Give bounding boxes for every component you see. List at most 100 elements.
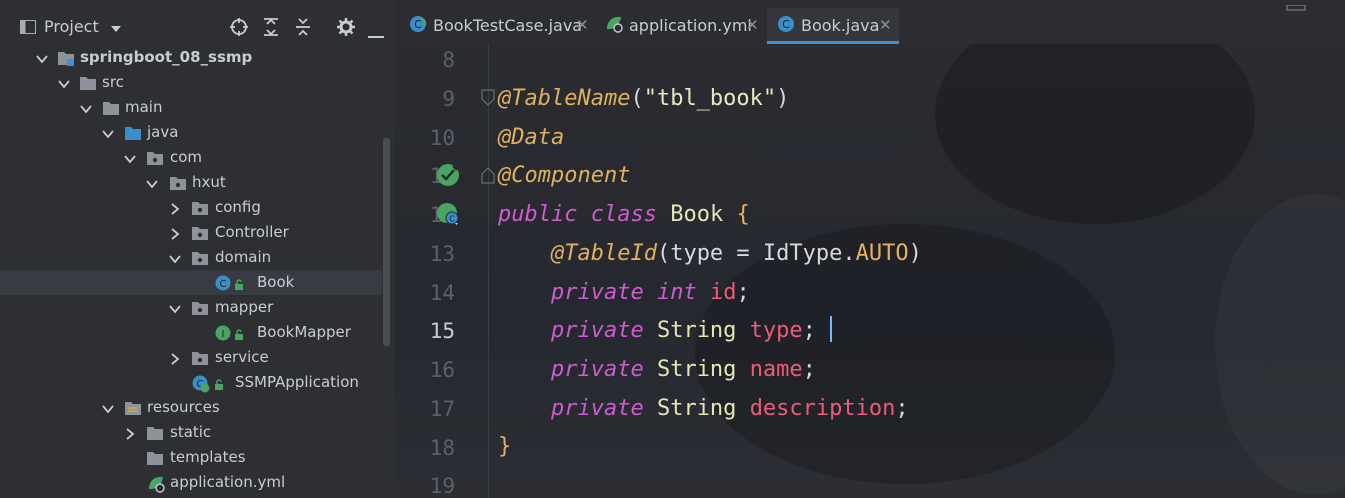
close-icon[interactable]: ✕	[746, 16, 759, 34]
yaml-icon	[605, 15, 623, 33]
tree-item-src[interactable]: src	[0, 70, 382, 95]
folder-icon	[80, 75, 96, 91]
fold-icon[interactable]	[481, 89, 495, 107]
svg-text:C: C	[414, 18, 422, 31]
tree-item-hxut[interactable]: hxut	[0, 170, 382, 195]
chevron-down-icon[interactable]	[124, 151, 136, 164]
chevron-right-icon[interactable]	[124, 426, 136, 440]
code-line-10[interactable]: @Data	[498, 125, 564, 150]
chevron-down-icon[interactable]	[110, 19, 122, 38]
interface-icon: I	[215, 325, 231, 341]
code-line-13[interactable]: @TableId(type = IdType.AUTO)	[498, 241, 922, 266]
locate-icon[interactable]	[229, 17, 249, 41]
settings-icon[interactable]	[336, 17, 356, 41]
chevron-down-icon[interactable]	[102, 126, 114, 139]
annotation: @Component	[498, 163, 631, 188]
package-icon	[192, 300, 208, 316]
type-name: String	[656, 357, 737, 382]
code-editor[interactable]: 8 9 10 11 12 13 14 15 16 17 18 19 C @Tab…	[395, 44, 1345, 498]
fold-icon[interactable]	[481, 166, 495, 184]
tree-item-label: templates	[170, 448, 246, 466]
chevron-right-icon[interactable]	[169, 226, 181, 240]
close-icon[interactable]: ✕	[879, 16, 892, 34]
tree-item-static[interactable]: static	[0, 420, 382, 445]
chevron-down-icon[interactable]	[146, 176, 158, 189]
tree-item-templates[interactable]: templates	[0, 445, 382, 470]
chevron-down-icon[interactable]	[169, 251, 181, 264]
code-line-18[interactable]: }	[498, 434, 511, 459]
tree-item-com[interactable]: com	[0, 145, 382, 170]
tree-item-label: application.yml	[170, 473, 286, 491]
enum-constant: AUTO	[855, 241, 909, 266]
window-control-icon[interactable]	[1285, 0, 1309, 17]
spring-bean-icon[interactable]	[436, 163, 460, 187]
tree-item-ssmpapplication[interactable]: C SSMPApplication	[0, 370, 382, 395]
code-text: (type = IdType.	[656, 241, 856, 266]
code-line-14[interactable]: private int id;	[498, 280, 750, 305]
code-line-9[interactable]: @TableName("tbl_book")	[498, 86, 789, 111]
chevron-down-icon[interactable]	[102, 401, 114, 414]
code-line-17[interactable]: private String description;	[498, 396, 909, 421]
project-view-title[interactable]: Project	[44, 17, 99, 36]
project-view-icon[interactable]	[20, 19, 36, 38]
tab-application-yml[interactable]: application.yml ✕	[595, 8, 765, 42]
field-name: type	[749, 318, 803, 343]
tree-item-application-yml[interactable]: application.yml	[0, 470, 382, 495]
tab-label: Book.java	[801, 16, 880, 35]
annotation: @TableId	[550, 241, 657, 266]
class-name: Book	[670, 202, 724, 227]
line-number: 18	[429, 436, 455, 460]
expand-all-icon[interactable]	[262, 17, 280, 41]
chevron-down-icon[interactable]	[36, 51, 48, 64]
tree-item-java[interactable]: java	[0, 120, 382, 145]
tree-item-main[interactable]: main	[0, 95, 382, 120]
tree-item-label: main	[125, 98, 163, 116]
tree-item-service[interactable]: service	[0, 345, 382, 370]
project-panel-header: Project	[0, 0, 395, 44]
collapse-all-icon[interactable]	[294, 17, 312, 41]
tree-item-domain[interactable]: domain	[0, 245, 382, 270]
tree-scrollbar[interactable]	[383, 138, 390, 346]
tree-item-label: src	[102, 73, 124, 91]
package-icon	[192, 250, 208, 266]
code-line-16[interactable]: private String name;	[498, 357, 816, 382]
unlock-icon	[234, 327, 246, 340]
close-icon[interactable]: ✕	[576, 16, 589, 34]
spring-app-icon: C	[192, 375, 210, 393]
semicolon: ;	[802, 318, 816, 343]
line-number: 17	[429, 397, 455, 421]
tree-item-label: SSMPApplication	[235, 373, 359, 391]
tree-item-mapper[interactable]: mapper	[0, 295, 382, 320]
tab-booktestcase[interactable]: C BookTestCase.java ✕	[399, 8, 593, 42]
code-line-11[interactable]: @Component	[498, 163, 630, 188]
yaml-icon	[147, 475, 165, 493]
field-name: description	[749, 396, 896, 421]
annotation: @TableName	[498, 86, 631, 111]
tree-item-config[interactable]: config	[0, 195, 382, 220]
tree-item-module[interactable]: springboot_08_ssmp	[0, 45, 382, 70]
hide-icon[interactable]	[368, 25, 386, 44]
type-name: String	[656, 396, 737, 421]
keyword: private	[550, 357, 644, 382]
tree-item-bookmapper[interactable]: I BookMapper	[0, 320, 382, 345]
tree-item-controller[interactable]: Controller	[0, 220, 382, 245]
folder-icon	[103, 100, 119, 116]
code-line-15[interactable]: private String type;	[498, 318, 816, 343]
chevron-down-icon[interactable]	[169, 301, 181, 314]
chevron-right-icon[interactable]	[169, 201, 181, 215]
tree-item-resources[interactable]: resources	[0, 395, 382, 420]
code-line-12[interactable]: public class Book {	[498, 202, 750, 227]
annotation: @Data	[498, 125, 565, 150]
tree-item-label: service	[215, 348, 269, 366]
chevron-down-icon[interactable]	[80, 101, 92, 114]
keyword: class	[590, 202, 657, 227]
tree-item-book[interactable]: C Book	[0, 270, 382, 295]
chevron-down-icon[interactable]	[58, 76, 70, 89]
source-folder-icon	[125, 125, 141, 141]
background-shape	[935, 44, 1255, 224]
spring-navigate-icon[interactable]: C	[436, 202, 460, 226]
chevron-right-icon[interactable]	[169, 351, 181, 365]
class-icon: C	[215, 275, 231, 291]
resources-folder-icon	[125, 400, 141, 416]
tab-book-java[interactable]: C Book.java ✕	[767, 8, 899, 44]
